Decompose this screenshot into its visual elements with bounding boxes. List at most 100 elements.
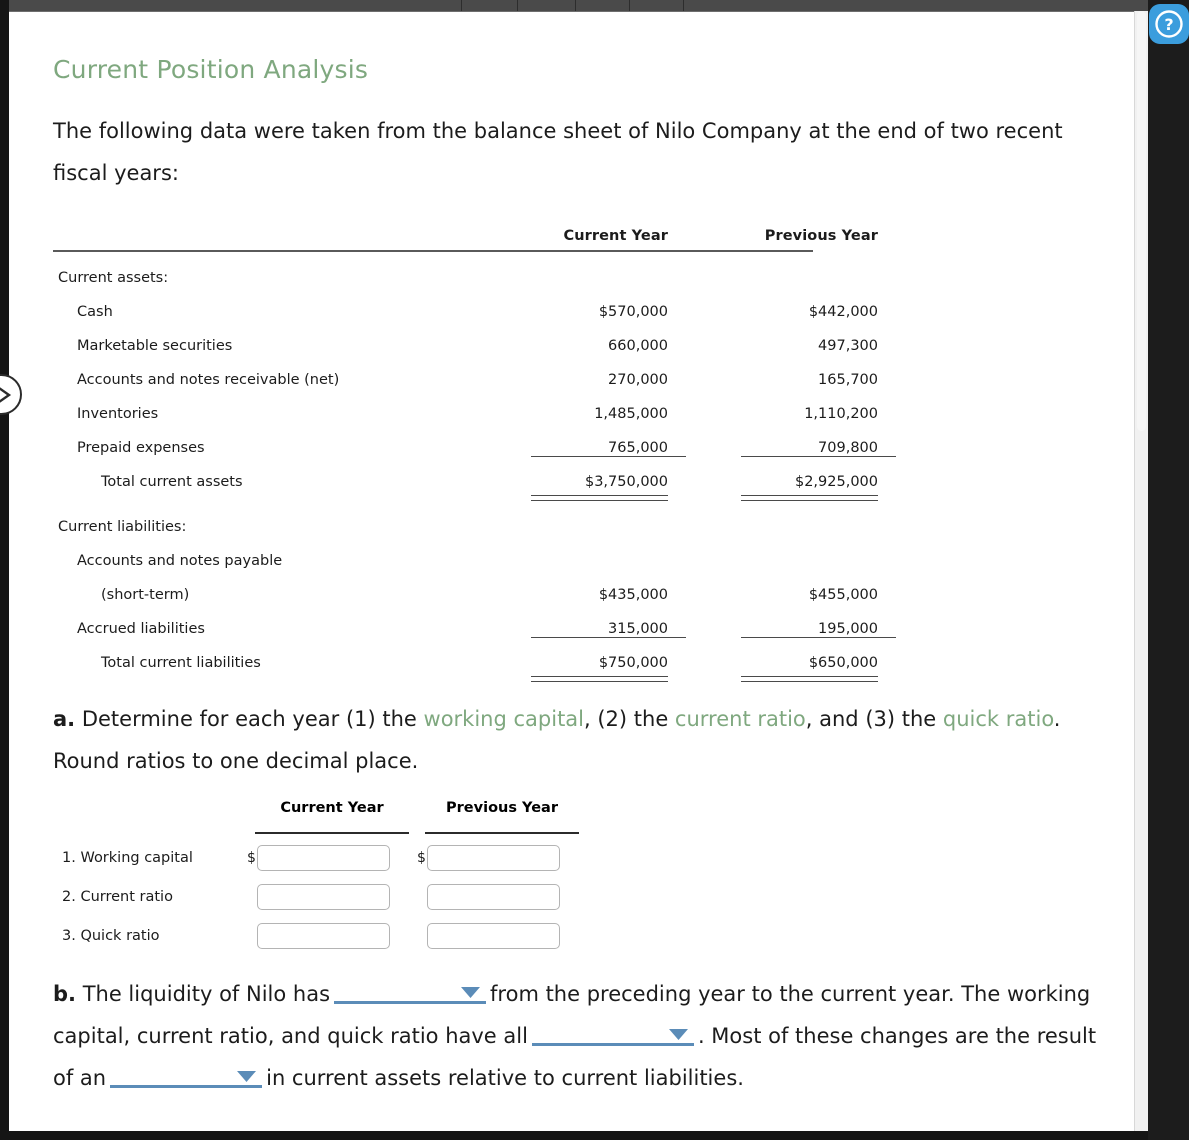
question-a-letter: a. [53, 707, 76, 731]
total-double-rule-row [53, 671, 896, 682]
toolbar-tick [461, 0, 462, 11]
section-heading-current-assets: Current assets: [58, 270, 169, 286]
answer-cell-current [247, 916, 417, 955]
question-b-segment-4: in current assets relative to current li… [266, 1066, 744, 1090]
answer-row-working-capital: 1. Working capital $ $ [53, 838, 587, 877]
column-gap [686, 603, 741, 637]
column-gap [686, 388, 741, 422]
asset-change-dropdown[interactable] [110, 1063, 263, 1088]
toolbar-tick [683, 0, 684, 11]
row-value-current: $570,000 [598, 304, 668, 320]
quick-ratio-current-input[interactable] [257, 922, 390, 949]
column-gap [686, 456, 741, 490]
total-value-current: $3,750,000 [531, 455, 686, 490]
chevron-right-icon [0, 387, 11, 402]
working-capital-previous-input[interactable] [427, 844, 560, 871]
answer-cell-current: $ [247, 838, 417, 877]
section-heading-row: Current assets: [53, 252, 896, 286]
row-value-current: 660,000 [608, 338, 668, 354]
section-heading-row: Current liabilities: [53, 501, 896, 535]
answer-row-quick-ratio: 3. Quick ratio [53, 916, 587, 955]
chevron-down-icon [668, 1029, 688, 1040]
current-ratio-previous-input[interactable] [427, 883, 560, 910]
currency-symbol: $ [247, 849, 256, 866]
table-row: Cash $570,000 $442,000 [53, 286, 896, 320]
row-value-current: 315,000 [608, 620, 668, 637]
answer-input-table: Current Year Previous Year 1. Working ca… [53, 790, 587, 955]
help-button[interactable]: ? [1149, 4, 1189, 44]
answer-header-row: Current Year Previous Year [53, 790, 587, 829]
answer-row-label: 2. Current ratio [53, 877, 247, 916]
double-rule-previous [741, 490, 896, 501]
row-value-current: 1,485,000 [594, 406, 668, 422]
table-row: (short-term) $435,000 $455,000 [53, 569, 896, 603]
row-label: Accounts and notes receivable (net) [77, 372, 340, 388]
column-gap [686, 490, 741, 501]
question-a-part3: , and (3) the [805, 707, 943, 731]
empty-cell [741, 252, 896, 286]
answer-row-text: Quick ratio [80, 927, 160, 944]
total-label: Total current assets [101, 474, 243, 490]
quick-ratio-previous-input[interactable] [427, 922, 560, 949]
column-gap [686, 216, 741, 250]
vertical-scrollbar[interactable] [1134, 11, 1148, 1131]
row-value-previous: 497,300 [818, 338, 878, 354]
answer-header-rule-row [53, 829, 587, 838]
answer-column-header-previous-year: Previous Year [446, 800, 558, 816]
answer-cell-current [247, 877, 417, 916]
column-gap [686, 501, 741, 535]
column-header-previous-year: Previous Year [764, 228, 878, 244]
toolbar-tick [517, 0, 518, 11]
table-row: Marketable securities 660,000 497,300 [53, 320, 896, 354]
answer-cell-previous [417, 916, 587, 955]
row-value-current: 270,000 [608, 372, 668, 388]
table-row: Inventories 1,485,000 1,110,200 [53, 388, 896, 422]
table-row: Prepaid expenses 765,000 709,800 [53, 422, 896, 457]
balance-sheet-table: Current Year Previous Year Current asset… [53, 216, 896, 682]
answer-header-spacer [53, 790, 247, 829]
row-value-previous: 165,700 [818, 372, 878, 388]
question-b-text: b. The liquidity of Nilo has from the pre… [53, 973, 1109, 1099]
empty-cell [531, 501, 686, 535]
row-value-previous: 195,000 [818, 620, 878, 637]
spacer [53, 671, 531, 682]
column-gap [686, 569, 741, 603]
row-label: Accrued liabilities [77, 621, 205, 637]
table-row: Accounts and notes payable [53, 535, 896, 569]
row-value-current [531, 535, 686, 569]
column-gap [686, 422, 741, 456]
total-value-previous: $650,000 [741, 636, 896, 671]
column-gap [686, 671, 741, 682]
row-label: Prepaid expenses [77, 440, 205, 456]
double-rule-current [531, 490, 686, 501]
double-rule-previous [741, 671, 896, 682]
answer-row-text: Current ratio [80, 888, 173, 905]
table-row: Accounts and notes receivable (net) 270,… [53, 354, 896, 388]
working-capital-current-input[interactable] [257, 844, 390, 871]
column-header-current-year: Current Year [563, 228, 668, 244]
total-value-current: $750,000 [531, 636, 686, 671]
answer-row-label: 1. Working capital [53, 838, 247, 877]
balance-sheet-body: Current Year Previous Year Current asset… [53, 216, 896, 682]
intro-paragraph: The following data were taken from the b… [53, 119, 1063, 185]
header-spacer [53, 216, 531, 250]
page-title: Current Position Analysis [53, 55, 369, 84]
column-gap [686, 637, 741, 671]
scrollbar-thumb[interactable] [1137, 11, 1146, 431]
current-ratio-current-input[interactable] [257, 883, 390, 910]
liquidity-change-dropdown[interactable] [334, 979, 487, 1004]
question-b-segment-1: The liquidity of Nilo has [82, 982, 331, 1006]
empty-cell [741, 501, 896, 535]
column-gap [686, 286, 741, 320]
section-heading-current-liabilities: Current liabilities: [58, 519, 187, 535]
answer-row-number: 2. [62, 888, 76, 905]
answer-cell-previous [417, 877, 587, 916]
answer-row-current-ratio: 2. Current ratio [53, 877, 587, 916]
column-gap [686, 252, 741, 286]
row-value-previous [741, 535, 896, 569]
spacer [53, 490, 531, 501]
ratios-change-dropdown[interactable] [531, 1021, 694, 1046]
row-value-previous: $455,000 [808, 587, 878, 603]
total-value-previous: $2,925,000 [741, 455, 896, 490]
term-quick-ratio: quick ratio [942, 707, 1054, 731]
